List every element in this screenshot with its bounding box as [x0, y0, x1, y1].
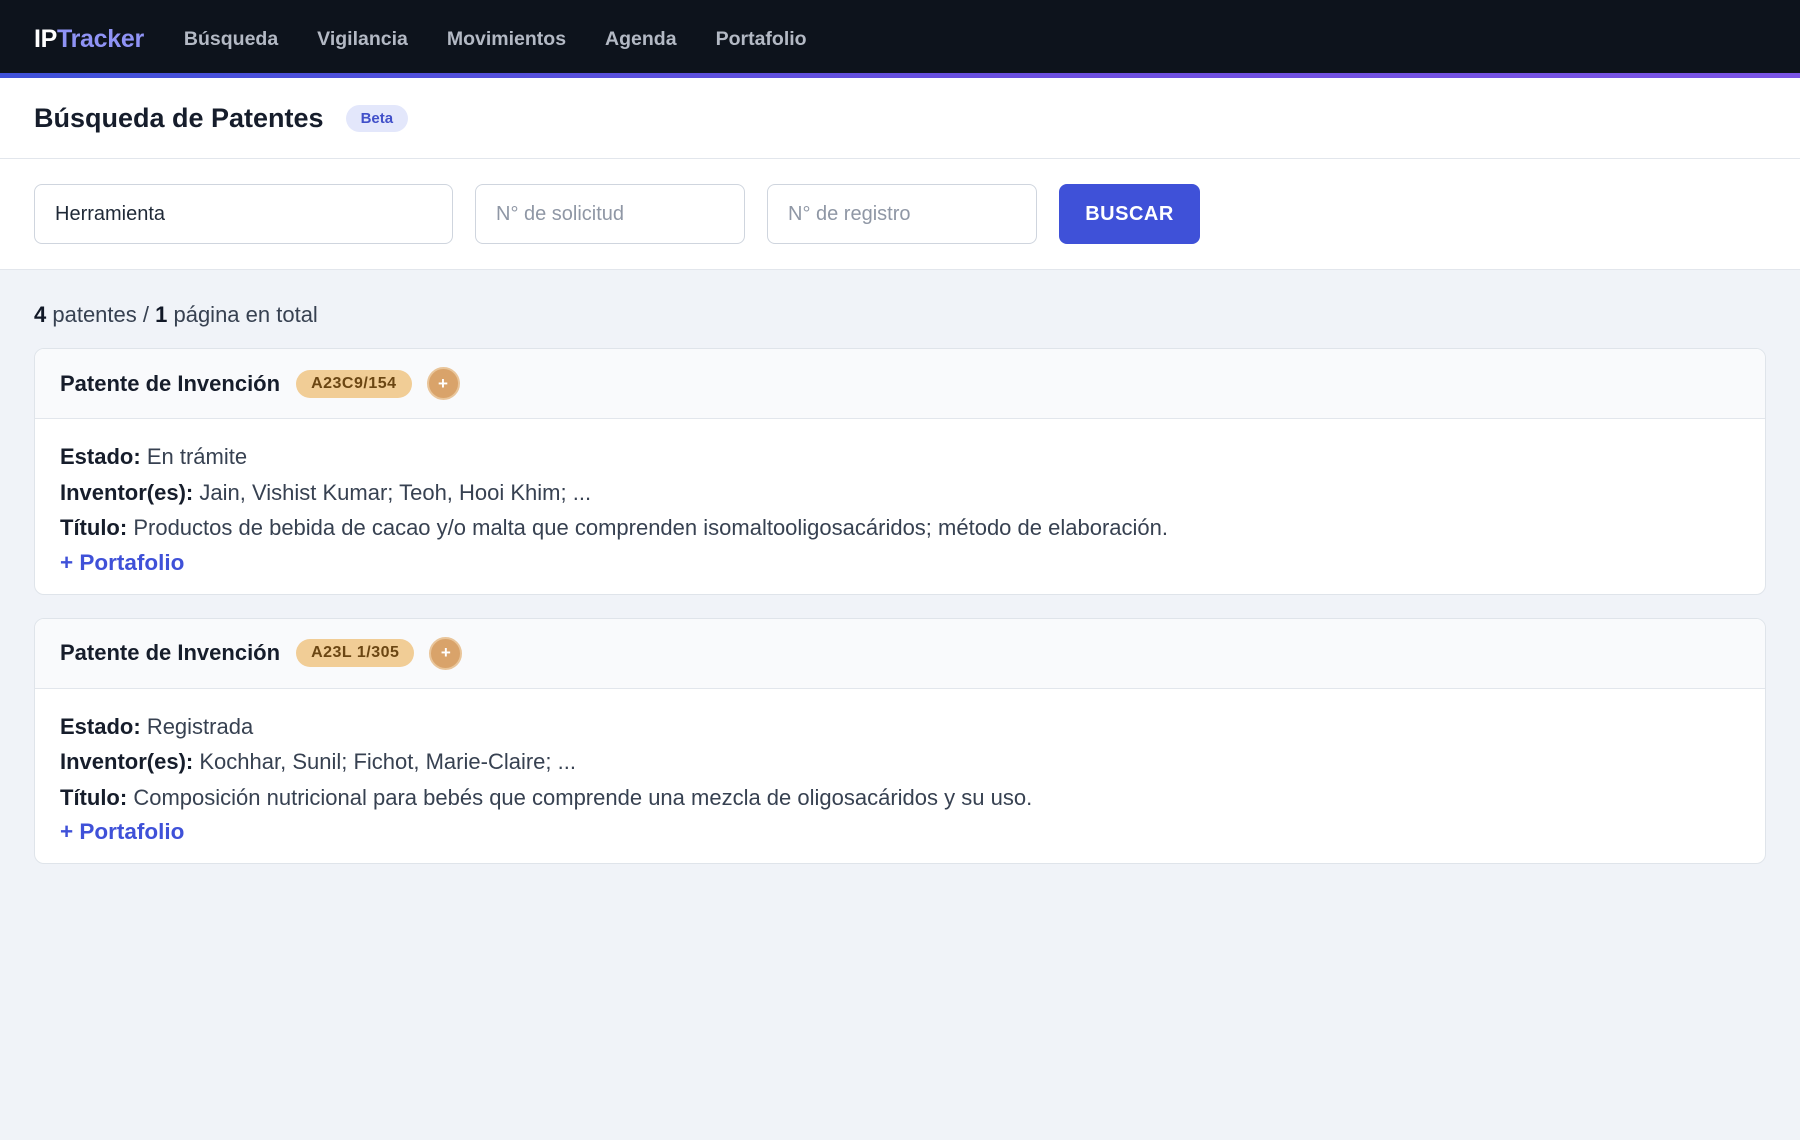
result-card-header: Patente de Invención A23C9/154 + [35, 349, 1765, 419]
add-to-portfolio-link[interactable]: + Portafolio [60, 819, 184, 845]
brand-logo[interactable]: IPTracker [34, 25, 144, 54]
results-summary: 4 patentes / 1 página en total [34, 302, 1766, 328]
nav-link-vigilancia[interactable]: Vigilancia [317, 28, 408, 51]
inventors-value: Kochhar, Sunil; Fichot, Marie-Claire; ..… [199, 749, 576, 774]
status-row: Estado: En trámite [60, 439, 1740, 475]
results-count-label: patentes / [46, 302, 156, 327]
inventors-row: Inventor(es): Kochhar, Sunil; Fichot, Ma… [60, 744, 1740, 780]
status-label: Estado: [60, 713, 141, 739]
inventors-row: Inventor(es): Jain, Vishist Kumar; Teoh,… [60, 475, 1740, 511]
nav-link-agenda[interactable]: Agenda [605, 28, 677, 51]
status-value: En trámite [146, 444, 248, 469]
search-bar: BUSCAR [0, 159, 1800, 270]
result-card-body: Estado: En trámite Inventor(es): Jain, V… [35, 419, 1765, 594]
result-card: Patente de Invención A23C9/154 + Estado:… [34, 348, 1766, 595]
title-label: Título: [60, 784, 128, 810]
status-label: Estado: [60, 444, 141, 469]
registration-number-input[interactable] [767, 184, 1037, 244]
page-header: Búsqueda de Patentes Beta [0, 78, 1800, 159]
result-card-body: Estado: Registrada Inventor(es): Kochhar… [35, 689, 1765, 864]
search-button[interactable]: BUSCAR [1059, 184, 1200, 244]
ipc-code-badge: A23C9/154 [296, 369, 412, 398]
status-value: Registrada [146, 713, 254, 739]
nav-link-busqueda[interactable]: Búsqueda [184, 28, 278, 51]
search-query-input[interactable] [34, 184, 453, 244]
add-icon[interactable]: + [426, 367, 460, 400]
application-number-input[interactable] [475, 184, 745, 244]
inventors-value: Jain, Vishist Kumar; Teoh, Hooi Khim; ..… [199, 479, 592, 505]
inventors-label: Inventor(es): [60, 479, 194, 505]
result-card: Patente de Invención A23L 1/305 + Estado… [34, 617, 1766, 864]
result-card-header: Patente de Invención A23L 1/305 + [35, 618, 1765, 689]
patent-type: Patente de Invención [60, 640, 281, 665]
title-label: Título: [60, 515, 128, 540]
page-title: Búsqueda de Patentes [34, 102, 324, 133]
results-pages: 1 [155, 302, 168, 327]
top-navigation: IPTracker Búsqueda Vigilancia Movimiento… [0, 0, 1800, 78]
results-count: 4 [34, 302, 47, 327]
add-to-portfolio-link[interactable]: + Portafolio [60, 550, 184, 576]
patent-type: Patente de Invención [60, 370, 281, 396]
brand-tracker: Tracker [57, 24, 144, 53]
ipc-code-badge: A23L 1/305 [296, 639, 415, 667]
title-row: Título: Productos de bebida de cacao y/o… [60, 510, 1740, 546]
results-pages-label: página en total [167, 302, 318, 327]
beta-badge: Beta [345, 104, 409, 132]
inventors-label: Inventor(es): [60, 749, 194, 774]
title-value: Composición nutricional para bebés que c… [133, 784, 1033, 810]
brand-ip: IP [34, 24, 58, 53]
status-row: Estado: Registrada [60, 709, 1740, 745]
nav-link-movimientos[interactable]: Movimientos [447, 28, 566, 51]
nav-link-portafolio[interactable]: Portafolio [716, 28, 807, 51]
title-row: Título: Composición nutricional para beb… [60, 780, 1740, 816]
add-icon[interactable]: + [429, 636, 463, 670]
title-value: Productos de bebida de cacao y/o malta q… [133, 515, 1168, 540]
results-section: 4 patentes / 1 página en total Patente d… [0, 270, 1800, 864]
